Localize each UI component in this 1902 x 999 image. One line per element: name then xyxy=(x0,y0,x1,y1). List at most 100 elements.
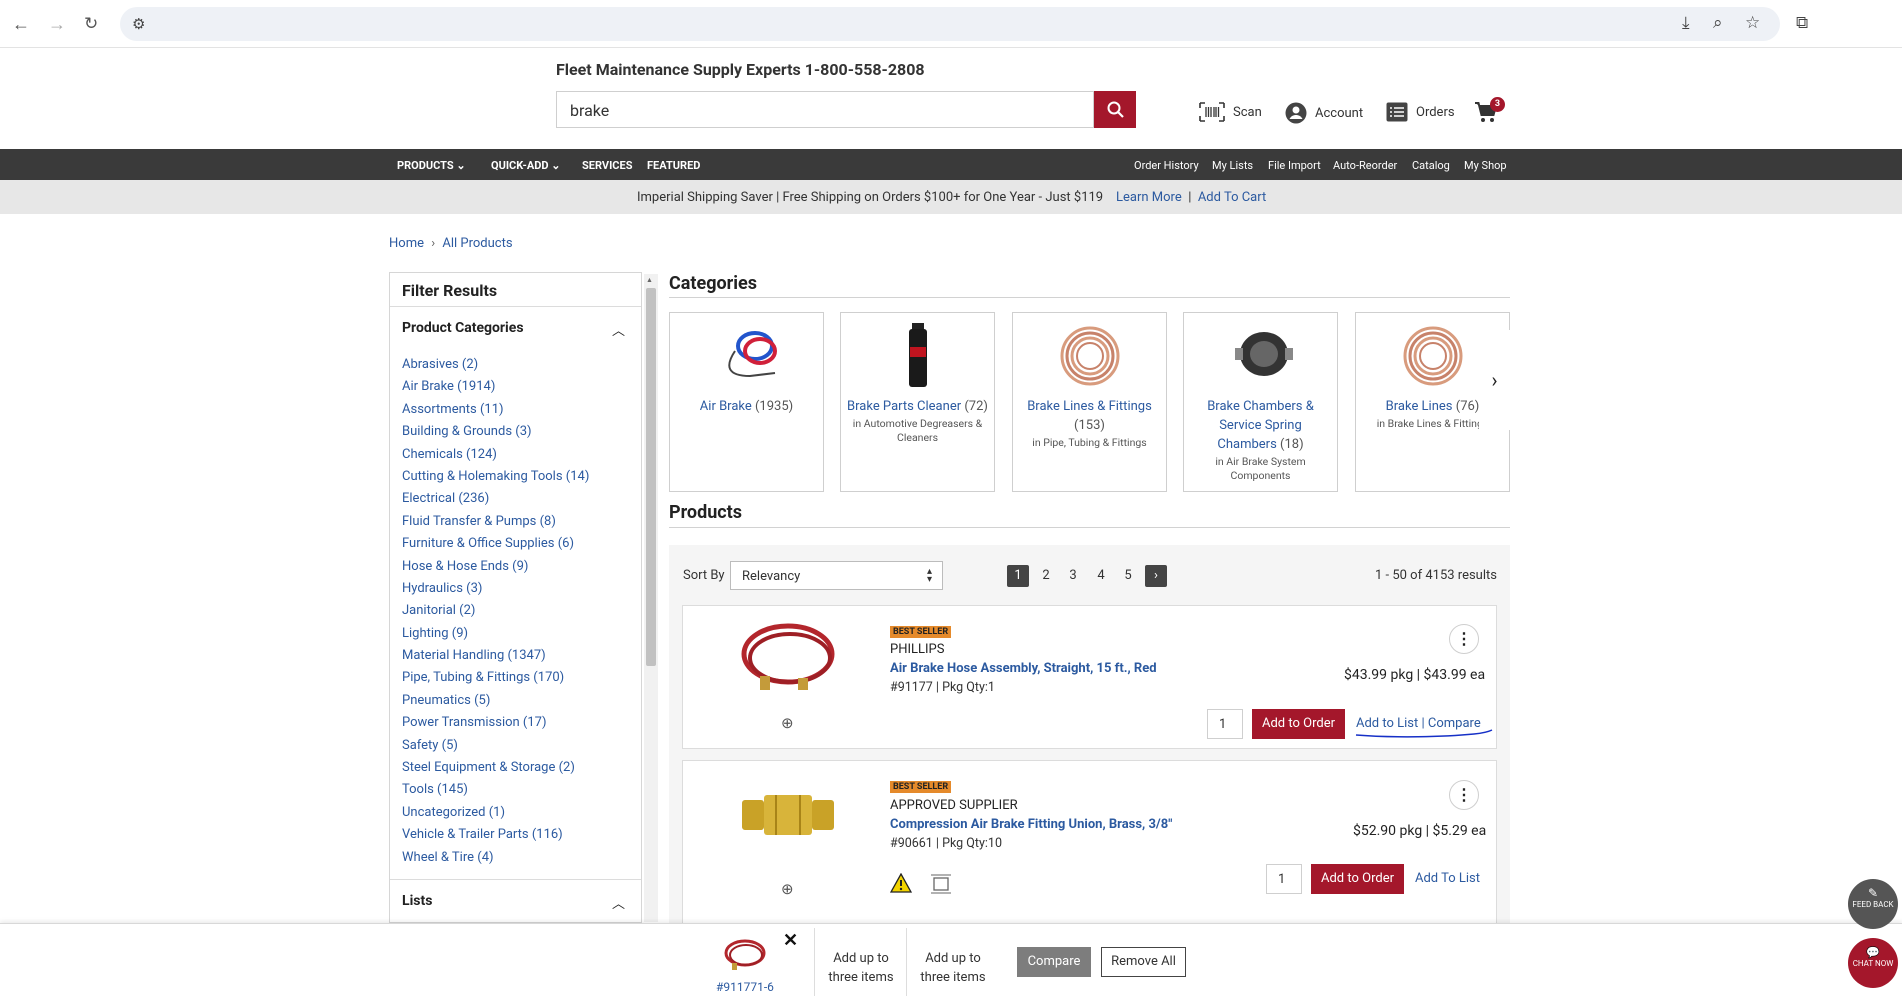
bookmark-star-icon[interactable]: ☆ xyxy=(1745,13,1760,33)
install-app-icon[interactable]: ⤓ xyxy=(1682,13,1690,33)
carousel-next-button[interactable]: › xyxy=(1479,330,1510,430)
product-name-link[interactable]: Compression Air Brake Fitting Union, Bra… xyxy=(890,817,1172,832)
quantity-input[interactable]: 1 xyxy=(1207,709,1243,739)
compare-item-thumbnail[interactable] xyxy=(723,937,767,973)
nav-quick-add[interactable]: QUICK-ADD ⌄ xyxy=(491,159,561,172)
scan-link[interactable]: Scan xyxy=(1199,102,1262,122)
category-filter-item[interactable]: Cutting & Holemaking Tools (14) xyxy=(402,466,589,488)
air-hose-product-image[interactable] xyxy=(738,618,838,700)
brass-fitting-product-image[interactable] xyxy=(740,790,836,840)
nav-order-history[interactable]: Order History xyxy=(1134,159,1199,172)
search-button[interactable] xyxy=(1094,91,1136,128)
category-filter-link[interactable]: Material Handling (1347) xyxy=(402,648,546,663)
category-card-brake-parts-cleaner[interactable]: Brake Parts Cleaner (72) in Automotive D… xyxy=(840,312,995,492)
feedback-button[interactable]: ✎ FEED BACK xyxy=(1848,879,1898,929)
category-filter-link[interactable]: Assortments (11) xyxy=(402,402,504,417)
warning-icon[interactable] xyxy=(890,873,912,893)
forward-icon[interactable]: → xyxy=(48,14,66,35)
more-options-icon[interactable]: ⋮ xyxy=(1449,780,1479,810)
category-filter-item[interactable]: Lighting (9) xyxy=(402,623,589,645)
nav-services[interactable]: SERVICES xyxy=(582,159,632,172)
sort-select[interactable]: Relevancy ▴ ▾ xyxy=(730,561,943,590)
chevron-up-icon[interactable]: ︿ xyxy=(612,893,625,912)
category-card-air-brake[interactable]: Air Brake (1935) xyxy=(669,312,824,492)
dimensions-icon[interactable] xyxy=(930,874,952,894)
category-card-brake-chambers[interactable]: Brake Chambers & Service Spring Chambers… xyxy=(1183,312,1338,492)
search-input[interactable]: brake xyxy=(556,91,1094,128)
chevron-up-icon[interactable]: ︿ xyxy=(612,320,625,339)
category-filter-item[interactable]: Safety (5) xyxy=(402,735,589,757)
add-to-order-button[interactable]: Add to Order xyxy=(1252,709,1345,739)
category-filter-item[interactable]: Vehicle & Trailer Parts (116) xyxy=(402,824,589,846)
nav-my-shop[interactable]: My Shop xyxy=(1464,159,1507,172)
category-filter-item[interactable]: Hose & Hose Ends (9) xyxy=(402,556,589,578)
category-filter-item[interactable]: Tools (145) xyxy=(402,779,589,801)
category-filter-link[interactable]: Chemicals (124) xyxy=(402,447,497,462)
category-filter-item[interactable]: Material Handling (1347) xyxy=(402,645,589,667)
category-filter-link[interactable]: Wheel & Tire (4) xyxy=(402,850,494,865)
category-filter-link[interactable]: Lighting (9) xyxy=(402,626,468,641)
remove-all-button[interactable]: Remove All xyxy=(1101,947,1186,977)
site-settings-icon[interactable]: ⚙ xyxy=(132,15,145,33)
page-1[interactable]: 1 xyxy=(1007,565,1029,587)
zoom-in-icon[interactable]: ⊕ xyxy=(781,714,794,732)
address-bar[interactable]: ⚙ xyxy=(120,7,1780,41)
add-to-list-link[interactable]: Add To List xyxy=(1415,871,1480,886)
category-filter-item[interactable]: Furniture & Office Supplies (6) xyxy=(402,533,589,555)
category-filter-link[interactable]: Vehicle & Trailer Parts (116) xyxy=(402,827,563,842)
chat-now-button[interactable]: 💬 CHAT NOW xyxy=(1848,938,1898,988)
next-page-button[interactable]: › xyxy=(1145,565,1167,587)
category-filter-item[interactable]: Abrasives (2) xyxy=(402,354,589,376)
zoom-in-icon[interactable]: ⊕ xyxy=(781,880,794,898)
category-filter-link[interactable]: Furniture & Office Supplies (6) xyxy=(402,536,574,551)
category-filter-item[interactable]: Uncategorized (1) xyxy=(402,802,589,824)
category-filter-item[interactable]: Steel Equipment & Storage (2) xyxy=(402,757,589,779)
category-filter-link[interactable]: Cutting & Holemaking Tools (14) xyxy=(402,469,589,484)
promo-learn-more-link[interactable]: Learn More xyxy=(1116,190,1182,205)
category-filter-link[interactable]: Pipe, Tubing & Fittings (170) xyxy=(402,670,564,685)
category-filter-item[interactable]: Power Transmission (17) xyxy=(402,712,589,734)
compare-item-sku[interactable]: #911771-6 xyxy=(716,980,774,994)
category-filter-link[interactable]: Abrasives (2) xyxy=(402,357,478,372)
more-options-icon[interactable]: ⋮ xyxy=(1449,624,1479,654)
category-filter-link[interactable]: Steel Equipment & Storage (2) xyxy=(402,760,575,775)
nav-catalog[interactable]: Catalog xyxy=(1412,159,1450,172)
nav-products[interactable]: PRODUCTS ⌄ xyxy=(397,159,466,172)
category-filter-link[interactable]: Janitorial (2) xyxy=(402,603,475,618)
category-filter-item[interactable]: Fluid Transfer & Pumps (8) xyxy=(402,511,589,533)
product-categories-title[interactable]: Product Categories xyxy=(402,320,524,336)
extensions-icon[interactable]: ⧉ xyxy=(1796,13,1808,33)
add-to-order-button[interactable]: Add to Order xyxy=(1311,864,1404,894)
category-filter-link[interactable]: Air Brake (1914) xyxy=(402,379,495,394)
category-filter-link[interactable]: Hydraulics (3) xyxy=(402,581,482,596)
compare-button[interactable]: Compare xyxy=(1017,947,1091,977)
orders-link[interactable]: Orders xyxy=(1386,102,1455,122)
sidebar-scroll-thumb[interactable] xyxy=(646,288,656,666)
nav-featured[interactable]: FEATURED xyxy=(647,159,700,172)
lists-title[interactable]: Lists xyxy=(402,893,432,909)
category-filter-item[interactable]: Wheel & Tire (4) xyxy=(402,847,589,869)
scroll-up-arrow-icon[interactable]: ▲ xyxy=(646,276,653,284)
product-name-link[interactable]: Air Brake Hose Assembly, Straight, 15 ft… xyxy=(890,661,1157,676)
category-card-brake-lines-fittings[interactable]: Brake Lines & Fittings (153) in Pipe, Tu… xyxy=(1012,312,1167,492)
category-filter-link[interactable]: Power Transmission (17) xyxy=(402,715,547,730)
nav-my-lists[interactable]: My Lists xyxy=(1212,159,1253,172)
category-filter-item[interactable]: Hydraulics (3) xyxy=(402,578,589,600)
quantity-input[interactable]: 1 xyxy=(1266,864,1302,894)
nav-auto-reorder[interactable]: Auto-Reorder xyxy=(1333,159,1397,172)
page-2[interactable]: 2 xyxy=(1035,565,1057,587)
page-4[interactable]: 4 xyxy=(1090,565,1112,587)
category-filter-item[interactable]: Pipe, Tubing & Fittings (170) xyxy=(402,667,589,689)
category-filter-link[interactable]: Electrical (236) xyxy=(402,491,489,506)
category-filter-item[interactable]: Janitorial (2) xyxy=(402,600,589,622)
category-filter-item[interactable]: Pneumatics (5) xyxy=(402,690,589,712)
category-filter-link[interactable]: Uncategorized (1) xyxy=(402,805,505,820)
category-filter-link[interactable]: Building & Grounds (3) xyxy=(402,424,532,439)
category-filter-item[interactable]: Building & Grounds (3) xyxy=(402,421,589,443)
category-filter-link[interactable]: Fluid Transfer & Pumps (8) xyxy=(402,514,556,529)
zoom-icon[interactable]: ⌕ xyxy=(1713,13,1723,33)
breadcrumb-home[interactable]: Home xyxy=(389,236,424,251)
page-5[interactable]: 5 xyxy=(1117,565,1139,587)
category-filter-item[interactable]: Chemicals (124) xyxy=(402,444,589,466)
category-filter-link[interactable]: Pneumatics (5) xyxy=(402,693,490,708)
